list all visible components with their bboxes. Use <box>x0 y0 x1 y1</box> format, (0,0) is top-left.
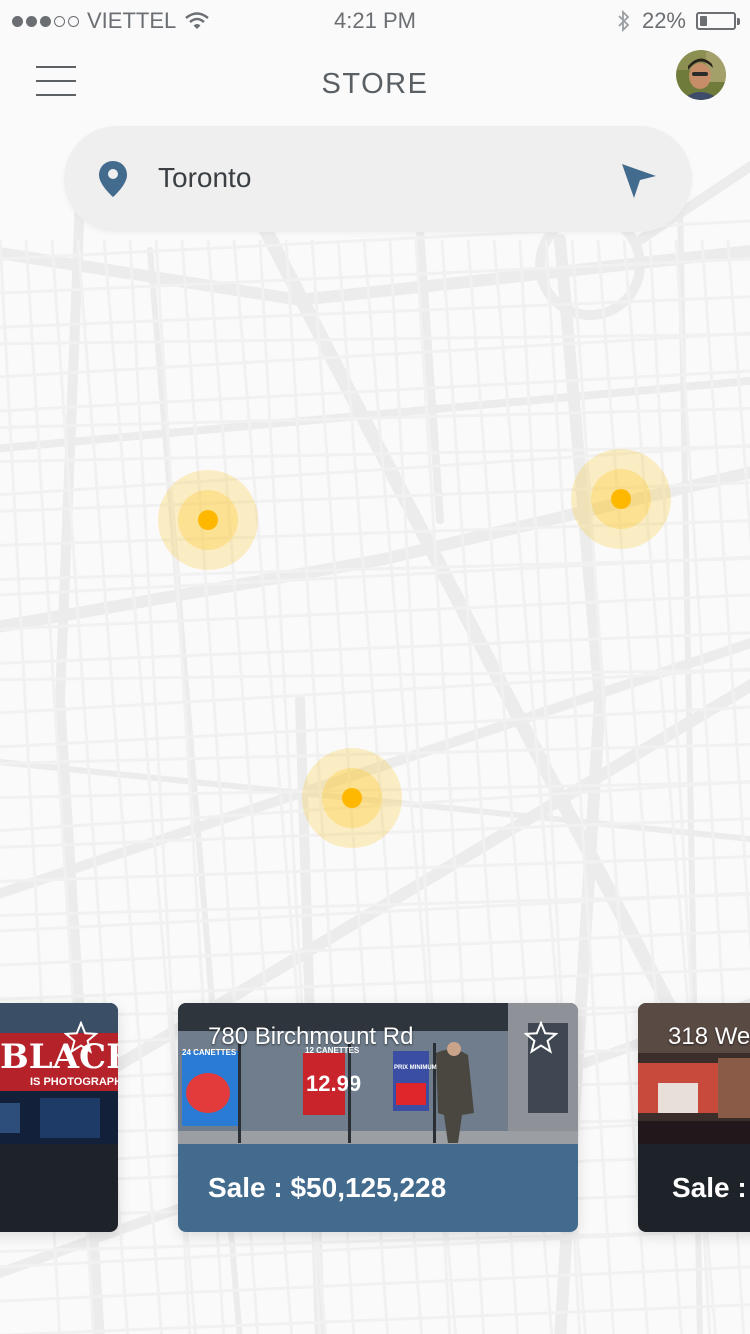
user-avatar[interactable] <box>676 50 726 100</box>
store-address: 780 Birchmount Rd <box>208 1023 414 1050</box>
location-pin-icon <box>99 161 127 197</box>
store-card-footer <box>0 1144 118 1232</box>
battery-icon <box>696 12 740 30</box>
status-bar: VIETTEL 4:21 PM 22% <box>0 0 750 40</box>
location-search-input[interactable] <box>158 158 578 198</box>
store-marker[interactable] <box>571 449 671 549</box>
store-map-screen: VIETTEL 4:21 PM 22% STORE Toronto BLAC I… <box>0 0 750 1334</box>
store-sale: Sale : $50,125,228 <box>208 1172 447 1203</box>
store-address: 318 We <box>668 1023 750 1050</box>
status-right: 22% <box>616 8 740 34</box>
app-header: STORE <box>0 50 750 120</box>
page-title: STORE <box>321 68 429 100</box>
store-photo-price: 12.99 <box>306 1071 361 1096</box>
store-card-selected[interactable]: 12.99 24 CANETTES 12 CANETTES PRIX MINIM… <box>178 1003 578 1232</box>
star-outline-icon[interactable] <box>64 1021 98 1055</box>
store-photo-label-4: PRIX MINIMUM <box>394 1065 437 1071</box>
store-photo: BLACK IS PHOTOGRAPHY <box>0 1003 118 1144</box>
store-marker[interactable] <box>302 748 402 848</box>
star-outline-icon[interactable] <box>524 1021 558 1055</box>
bluetooth-icon <box>618 9 630 33</box>
store-photo-sign: BLACK <box>0 1037 118 1077</box>
store-card[interactable]: 318 We Sale : <box>638 1003 750 1232</box>
store-marker[interactable] <box>158 470 258 570</box>
store-card[interactable]: BLACK IS PHOTOGRAPHY <box>0 1003 118 1232</box>
navigation-arrow-icon[interactable] <box>620 162 658 200</box>
store-photo-subsign: IS PHOTOGRAPHY <box>30 1076 118 1088</box>
store-card-footer: Sale : $50,125,228 <box>178 1144 578 1232</box>
store-card-footer: Sale : <box>638 1144 750 1232</box>
store-sale: Sale : <box>672 1172 747 1203</box>
battery-percent: 22% <box>641 8 686 33</box>
